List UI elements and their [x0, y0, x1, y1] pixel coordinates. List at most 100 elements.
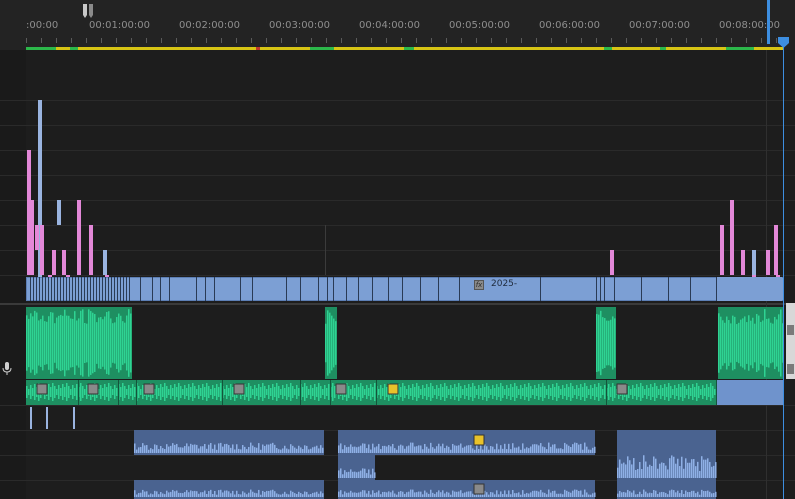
waveform-peak [474, 494, 476, 497]
waveform-peak [538, 445, 540, 453]
audio-waveform-track[interactable] [0, 305, 795, 405]
waveform-peak [566, 384, 568, 400]
waveform-peak [138, 492, 140, 497]
stacked-clip[interactable] [752, 250, 756, 275]
waveform-peak [673, 456, 675, 478]
clip-edit-line [346, 277, 347, 301]
waveform-peak [270, 388, 272, 396]
waveform-peak [224, 389, 226, 395]
stacked-clip[interactable] [610, 250, 614, 275]
waveform-peak [290, 444, 292, 453]
waveform-peak [174, 384, 176, 400]
time-ruler[interactable]: :00:00 00:01:00:00 00:02:00:00 00:03:00:… [0, 0, 795, 50]
waveform-peak [548, 385, 550, 399]
waveform-peak [350, 389, 352, 395]
fx-badge-icon[interactable] [473, 483, 485, 495]
audio-clip-edit[interactable] [606, 380, 607, 405]
out-point-marker[interactable] [767, 0, 770, 44]
waveform-peak [402, 491, 404, 497]
playhead-icon[interactable] [778, 37, 789, 48]
waveform-peak [188, 492, 190, 497]
audio-clip-thin[interactable] [30, 407, 32, 429]
audio-clip-edit[interactable] [330, 380, 331, 405]
waveform-peak [768, 318, 770, 368]
stacked-clip[interactable] [28, 205, 32, 215]
waveform-peak [236, 490, 238, 497]
playhead-line[interactable] [783, 44, 784, 499]
waveform-peak [244, 492, 246, 497]
waveform-peak [679, 493, 681, 497]
audio-clips-lower[interactable] [0, 405, 795, 499]
waveform-peak [162, 387, 164, 397]
waveform-peak [126, 315, 128, 371]
stacked-clip[interactable] [57, 200, 61, 225]
waveform-peak [282, 385, 284, 399]
waveform-peak [420, 389, 422, 395]
audio-clip-edit[interactable] [136, 380, 137, 405]
waveform-peak [552, 490, 554, 497]
waveform-peak [454, 491, 456, 497]
waveform-peak [596, 314, 598, 372]
waveform-peak [402, 445, 404, 453]
audio-clip-edit[interactable] [376, 380, 377, 405]
audio-clip-edit[interactable] [118, 380, 119, 405]
audio-clip-edit[interactable] [300, 380, 301, 405]
stacked-clip[interactable] [52, 250, 56, 275]
ruler-tick [431, 38, 432, 43]
waveform-peak [416, 383, 418, 401]
stacked-clip[interactable] [730, 200, 734, 275]
audio-clip-edit[interactable] [716, 380, 717, 405]
waveform-peak [332, 383, 334, 401]
audio-clip-edit[interactable] [78, 380, 79, 405]
fx-badge-icon[interactable] [36, 383, 48, 395]
audio-clip-edit[interactable] [222, 380, 223, 405]
waveform-peak [514, 447, 516, 453]
fx-badge-icon[interactable] [87, 383, 99, 395]
fx-badge-icon[interactable] [335, 383, 347, 395]
waveform-peak [56, 389, 58, 395]
waveform-peak [594, 446, 596, 453]
waveform-peak [643, 455, 645, 478]
audio-clip-selected[interactable] [717, 380, 784, 405]
in-out-marker-icon[interactable] [81, 4, 95, 19]
timecode-label: 00:05:00:00 [449, 20, 511, 31]
stacked-clip[interactable] [62, 250, 66, 275]
waveform-peak [504, 389, 506, 395]
stacked-clip[interactable] [766, 250, 770, 275]
waveform-peak [335, 321, 337, 365]
audio-clip-thin[interactable] [73, 407, 75, 429]
fx-badge-icon[interactable] [616, 383, 628, 395]
stacked-clip[interactable] [40, 225, 44, 275]
waveform-peak [170, 385, 172, 399]
stacked-clip[interactable] [741, 250, 745, 275]
waveform-peak [734, 316, 736, 370]
waveform-peak [556, 493, 558, 497]
stacked-clip[interactable] [89, 225, 93, 275]
fx-badge-icon[interactable] [143, 383, 155, 395]
waveform-peak [691, 459, 693, 478]
clip-handle[interactable] [787, 364, 794, 374]
stacked-clip[interactable] [77, 200, 81, 275]
stacked-clip[interactable] [35, 225, 39, 250]
waveform-peak [314, 492, 316, 497]
video-clip-end[interactable] [717, 277, 782, 301]
waveform-peak [736, 324, 738, 362]
waveform-peak [352, 492, 354, 497]
work-area-bar[interactable] [26, 47, 784, 50]
waveform-peak [344, 470, 346, 478]
stacked-clip[interactable] [774, 225, 778, 275]
fx-badge-icon[interactable] [473, 434, 485, 446]
waveform-peak [410, 442, 412, 453]
clip-handle[interactable] [787, 325, 794, 335]
microphone-icon[interactable] [2, 362, 12, 376]
audio-clip-thin[interactable] [46, 407, 48, 429]
waveform-peak [254, 447, 256, 453]
waveform-peak [322, 493, 324, 497]
fx-badge-icon[interactable]: fx [474, 280, 484, 290]
fx-badge-icon[interactable] [387, 383, 399, 395]
fx-badge-icon[interactable] [233, 383, 245, 395]
stacked-clip[interactable] [103, 250, 107, 275]
waveform-peak [224, 444, 226, 453]
stacked-clip[interactable] [720, 225, 724, 275]
waveform-peak [538, 491, 540, 497]
